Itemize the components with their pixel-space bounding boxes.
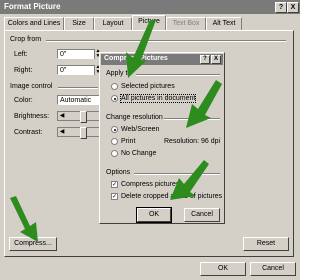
image-control-heading: Image control: [10, 83, 53, 90]
crop-right-label: Right:: [14, 67, 33, 74]
dialog-title: Compress Pictures: [104, 55, 168, 62]
res-nochange-label: No Change: [121, 150, 157, 157]
color-dropdown[interactable]: Automatic: [57, 95, 102, 105]
res-nochange-radio[interactable]: [111, 150, 118, 157]
res-print-radio[interactable]: [111, 138, 118, 145]
crop-left-label: Left:: [14, 51, 28, 58]
title-bar: Format Picture ? X: [0, 0, 300, 14]
res-web-label: Web/Screen: [121, 126, 160, 133]
res-print-label: Print: [121, 138, 136, 145]
apply-all-label: All pictures in document: [119, 94, 197, 103]
contrast-slider[interactable]: ◀: [57, 127, 102, 139]
crop-heading: Crop from: [10, 36, 42, 43]
options-heading: Options: [106, 169, 131, 176]
image-control-divider: [58, 87, 98, 89]
tab-text-box: Text Box: [166, 17, 206, 30]
options-divider: [134, 173, 220, 175]
reset-button[interactable]: Reset: [243, 237, 289, 251]
tab-size[interactable]: Size: [64, 17, 94, 30]
cancel-button[interactable]: Cancel: [250, 262, 296, 276]
tab-colors-and-lines[interactable]: Colors and Lines: [4, 17, 64, 30]
contrast-label: Contrast:: [14, 129, 43, 136]
brightness-label: Brightness:: [14, 113, 50, 120]
apply-divider: [136, 74, 220, 76]
compress-button[interactable]: Compress...: [9, 237, 57, 251]
change-resolution-heading: Change resolution: [106, 114, 163, 121]
contrast-slider-thumb[interactable]: [80, 127, 87, 139]
tab-picture[interactable]: Picture: [132, 15, 166, 30]
crop-divider: [46, 40, 286, 42]
brightness-slider-thumb[interactable]: [80, 111, 87, 123]
dialog-title-bar: Compress Pictures ? X: [101, 54, 223, 65]
close-icon[interactable]: X: [287, 2, 299, 13]
window-title: Format Picture: [4, 2, 61, 11]
color-label: Color:: [14, 97, 33, 104]
format-picture-window: Format Picture ? X Colors and Lines Size…: [0, 0, 300, 280]
dialog-cancel-button[interactable]: Cancel: [184, 208, 220, 222]
apply-to-heading: Apply to: [106, 70, 132, 77]
delete-cropped-checkbox[interactable]: ✓: [111, 193, 118, 200]
compress-pictures-label: Compress pictures: [121, 181, 180, 188]
dialog-close-icon[interactable]: X: [211, 55, 221, 64]
compress-pictures-dialog: Compress Pictures ? X Apply to Selected …: [99, 52, 225, 224]
ok-button[interactable]: OK: [200, 262, 246, 276]
apply-selected-radio[interactable]: [111, 83, 118, 90]
dialog-ok-button[interactable]: OK: [136, 207, 172, 223]
resolution-readout: Resolution: 96 dpi: [164, 138, 221, 145]
compress-pictures-checkbox[interactable]: ✓: [111, 181, 118, 188]
brightness-slider[interactable]: ◀: [57, 111, 102, 123]
color-value: Automatic: [60, 97, 92, 104]
apply-selected-label: Selected pictures: [121, 83, 175, 90]
crop-right-value: 0": [60, 67, 67, 74]
dialog-help-icon[interactable]: ?: [200, 55, 210, 64]
tab-layout[interactable]: Layout: [94, 17, 132, 30]
res-web-radio[interactable]: [111, 126, 118, 133]
slider-left-icon[interactable]: ◀: [58, 128, 66, 136]
tab-alt-text[interactable]: Alt Text: [206, 17, 242, 30]
help-icon[interactable]: ?: [275, 2, 287, 13]
slider-left-icon[interactable]: ◀: [58, 112, 66, 120]
resolution-divider: [164, 118, 220, 120]
apply-all-radio[interactable]: [111, 95, 118, 102]
crop-left-value: 0": [60, 51, 67, 58]
delete-cropped-label: Delete cropped areas of pictures: [121, 193, 223, 200]
